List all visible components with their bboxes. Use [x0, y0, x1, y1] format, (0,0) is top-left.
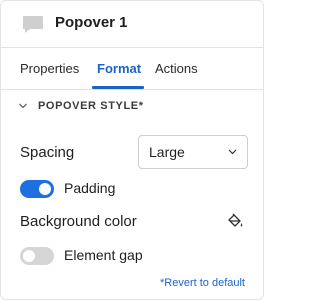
chevron-down-icon [19, 103, 27, 109]
panel-header: Popover 1 [1, 1, 263, 48]
paint-bucket-icon[interactable] [226, 212, 244, 230]
element-gap-label: Element gap [64, 247, 143, 263]
padding-label: Padding [64, 180, 116, 196]
panel-title: Popover 1 [55, 14, 128, 31]
tab-actions[interactable]: Actions [155, 61, 198, 76]
padding-toggle[interactable] [20, 180, 54, 198]
toggle-knob [39, 183, 51, 195]
revert-to-default-link[interactable]: *Revert to default [160, 277, 245, 289]
section-header-popover-style[interactable]: POPOVER STYLE* [18, 97, 144, 115]
element-gap-toggle[interactable] [20, 247, 54, 265]
background-color-label: Background color [20, 213, 137, 230]
active-tab-indicator [92, 86, 144, 89]
tab-format[interactable]: Format [97, 61, 141, 76]
tab-bar: Properties Format Actions [1, 47, 263, 90]
message-square-icon [23, 16, 43, 33]
toggle-knob [23, 250, 35, 262]
spacing-select[interactable]: Large [138, 135, 248, 169]
tab-properties[interactable]: Properties [20, 61, 79, 76]
chevron-down-icon [228, 149, 237, 155]
spacing-selected-value: Large [149, 144, 185, 160]
spacing-label: Spacing [20, 144, 75, 161]
section-title: POPOVER STYLE* [38, 100, 144, 112]
popover-format-panel: Popover 1 Properties Format Actions POPO… [0, 0, 264, 300]
